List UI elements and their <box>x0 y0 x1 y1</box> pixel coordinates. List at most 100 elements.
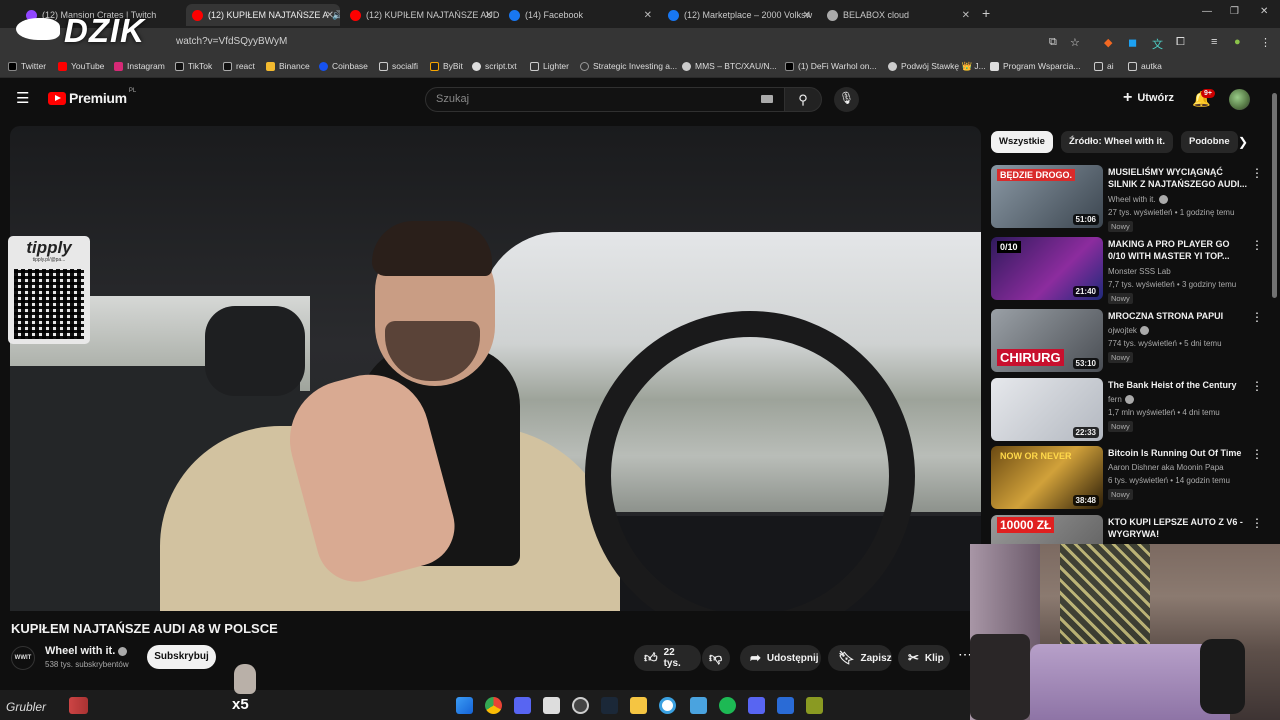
close-icon[interactable]: ✕ <box>962 10 970 21</box>
recommendation-title[interactable]: MROCZNA STRONA PAPUI <box>1108 310 1248 322</box>
like-button[interactable]: 👍︎ 22 tys. <box>634 645 701 671</box>
recommendation-title[interactable]: Bitcoin Is Running Out Of Time <box>1108 447 1248 459</box>
taskbar-thumbnail[interactable] <box>69 697 88 714</box>
video-thumbnail[interactable]: 10000 ZŁ <box>991 515 1103 545</box>
app-icon[interactable] <box>806 697 823 714</box>
bookmark-item[interactable]: MMS – BTC/XAU/N... <box>682 61 777 71</box>
recommendation-channel-text[interactable]: Wheel with it. <box>1108 195 1156 204</box>
chevron-right-icon[interactable]: ❯ <box>1238 135 1248 149</box>
discord-icon[interactable] <box>514 697 531 714</box>
kebab-menu-icon[interactable]: ⋮ <box>1251 447 1263 461</box>
kebab-menu-icon[interactable]: ⋮ <box>1251 166 1263 180</box>
close-icon[interactable]: ✕ <box>644 10 652 21</box>
bookmark-item[interactable]: Strategic Investing a... <box>580 61 677 71</box>
kebab-menu-icon[interactable]: ⋮ <box>1251 238 1263 252</box>
bookmark-item[interactable]: Instagram <box>114 61 165 71</box>
chip-all[interactable]: Wszystkie <box>991 131 1053 153</box>
extensions-puzzle-icon[interactable]: ⧠ <box>1176 36 1185 49</box>
new-tab-button[interactable]: + <box>982 5 990 21</box>
tab-3[interactable]: (14) Facebook ✕ <box>503 4 658 26</box>
recommendation-title[interactable]: The Bank Heist of the Century <box>1108 379 1248 391</box>
bookmark-item[interactable]: Lighter <box>530 61 569 71</box>
recommendation-item[interactable]: CHIRURG 53:10 MROCZNA STRONA PAPUI ojwoj… <box>991 309 1266 373</box>
voice-search-button[interactable]: 🎙 <box>834 87 859 112</box>
minimize-icon[interactable]: — <box>1202 6 1212 17</box>
bookmark-item[interactable]: ByBit <box>430 61 463 71</box>
subscribe-button[interactable]: Subskrybuj <box>147 645 216 669</box>
spotify-icon[interactable] <box>719 697 736 714</box>
kebab-menu-icon[interactable]: ⋮ <box>1251 310 1263 324</box>
recommendation-title[interactable]: MUSIELIŚMY WYCIĄGNĄĆ SILNIK Z NAJTAŃSZEG… <box>1108 166 1248 190</box>
recommendation-item[interactable]: BĘDZIE DROGO. 51:06 MUSIELIŚMY WYCIĄGNĄĆ… <box>991 165 1266 232</box>
bookmark-item[interactable]: Program Wsparcia... <box>990 61 1080 71</box>
channel-name[interactable]: Wheel with it. <box>45 645 128 657</box>
recommendation-item[interactable]: NOW OR NEVER 38:48 Bitcoin Is Running Ou… <box>991 446 1266 510</box>
bookmark-star-icon[interactable]: ☆ <box>1070 36 1080 49</box>
tab-4[interactable]: (12) Marketplace – 2000 Volksw ✕ <box>662 4 817 26</box>
bookmark-item[interactable]: Podwój Stawkę 👑 J... <box>888 61 986 72</box>
avatar[interactable] <box>1229 89 1250 110</box>
menu-icon[interactable]: ☰ <box>16 91 32 106</box>
extension-icon[interactable]: ◼ <box>1128 36 1137 49</box>
bookmark-item[interactable]: script.txt <box>472 61 517 71</box>
tab-5[interactable]: BELABOX cloud ✕ <box>821 4 976 26</box>
profile-icon[interactable]: ● <box>1234 36 1241 48</box>
steam-icon[interactable] <box>601 697 618 714</box>
tab-2[interactable]: (12) KUPIŁEM NAJTAŃSZE AUDI ✕ <box>344 4 499 26</box>
close-icon[interactable]: ✕ <box>485 10 493 21</box>
search-input[interactable]: Szukaj <box>425 87 785 112</box>
chip-source[interactable]: Źródło: Wheel with it. <box>1060 131 1173 153</box>
kebab-menu-icon[interactable]: ⋮ <box>1251 516 1263 530</box>
extension-fox-icon[interactable]: ◆ <box>1104 36 1112 49</box>
bookmark-item[interactable]: react <box>223 61 255 71</box>
bookmark-item[interactable]: autka <box>1128 61 1162 71</box>
recommendation-channel[interactable]: Monster SSS Lab <box>1108 267 1171 276</box>
translate-icon[interactable]: 文 <box>1152 36 1163 52</box>
recommendation-item[interactable]: 10000 ZŁ KTO KUPI LEPSZE AUTO Z V6 - WYG… <box>991 515 1266 545</box>
discord-alt-icon[interactable] <box>748 697 765 714</box>
recommendation-item[interactable]: 0/10 21:40 MAKING A PRO PLAYER GO 0/10 W… <box>991 237 1266 304</box>
bookmark-item[interactable]: socialfi <box>379 61 418 71</box>
keyboard-icon[interactable] <box>761 95 773 103</box>
close-window-icon[interactable]: ✕ <box>1260 6 1268 17</box>
clip-button[interactable]: ✂ Klip <box>898 645 950 671</box>
video-thumbnail[interactable]: 0/10 21:40 <box>991 237 1103 300</box>
bookmark-item[interactable]: YouTube <box>58 61 104 71</box>
close-icon[interactable]: ✕ <box>326 10 334 21</box>
close-icon[interactable]: ✕ <box>803 10 811 21</box>
page-scrollbar[interactable] <box>1272 93 1277 298</box>
bookmark-item[interactable]: (1) DeFi Warhol on... <box>785 61 877 71</box>
capcut-icon[interactable] <box>777 697 794 714</box>
recommendation-channel[interactable]: Aaron Dishner aka Moonin Papa <box>1108 463 1224 472</box>
app-icon[interactable] <box>690 697 707 714</box>
recommendation-channel-text[interactable]: ojwojtek <box>1108 326 1137 335</box>
file-explorer-icon[interactable] <box>630 697 647 714</box>
recommendation-title[interactable]: MAKING A PRO PLAYER GO 0/10 WITH MASTER … <box>1108 238 1248 262</box>
bookmark-item[interactable]: TikTok <box>175 61 212 71</box>
search-button[interactable]: ⚲ <box>784 87 822 112</box>
recommendation-channel[interactable]: Wheel with it. <box>1108 195 1168 205</box>
install-app-icon[interactable]: ⧉ <box>1049 36 1057 49</box>
cursor-icon[interactable] <box>659 697 676 714</box>
chrome-icon[interactable] <box>485 697 502 714</box>
recommendation-item[interactable]: 22:33 The Bank Heist of the Century fern… <box>991 378 1266 442</box>
url-field[interactable]: watch?v=VfdSQyyBWyM <box>176 36 287 47</box>
recommendation-channel[interactable]: ojwojtek <box>1108 326 1149 336</box>
kebab-menu-icon[interactable]: ⋮ <box>1251 379 1263 393</box>
channel-avatar[interactable]: WWIT <box>11 646 35 670</box>
bookmark-item[interactable]: Twitter <box>8 61 46 71</box>
recommendation-channel-text[interactable]: fern <box>1108 395 1122 404</box>
recommendation-channel[interactable]: fern <box>1108 395 1134 405</box>
bookmark-item[interactable]: Coinbase <box>319 61 368 71</box>
video-thumbnail[interactable]: 22:33 <box>991 378 1103 441</box>
video-thumbnail[interactable]: BĘDZIE DROGO. 51:06 <box>991 165 1103 228</box>
browser-menu-icon[interactable]: ⋮ <box>1260 36 1271 49</box>
create-button[interactable]: + Utwórz <box>1123 90 1174 106</box>
obs-icon[interactable] <box>572 697 589 714</box>
save-button[interactable]: 🔖︎ Zapisz <box>828 645 892 671</box>
tab-1[interactable]: (12) KUPIŁEM NAJTAŃSZE A 🔊 ✕ <box>186 4 340 26</box>
reading-list-icon[interactable]: ≡ <box>1211 36 1217 48</box>
dislike-button[interactable]: 👎︎ <box>702 645 730 671</box>
chip-related[interactable]: Podobne <box>1180 131 1238 153</box>
maximize-icon[interactable]: ❐ <box>1230 6 1239 17</box>
